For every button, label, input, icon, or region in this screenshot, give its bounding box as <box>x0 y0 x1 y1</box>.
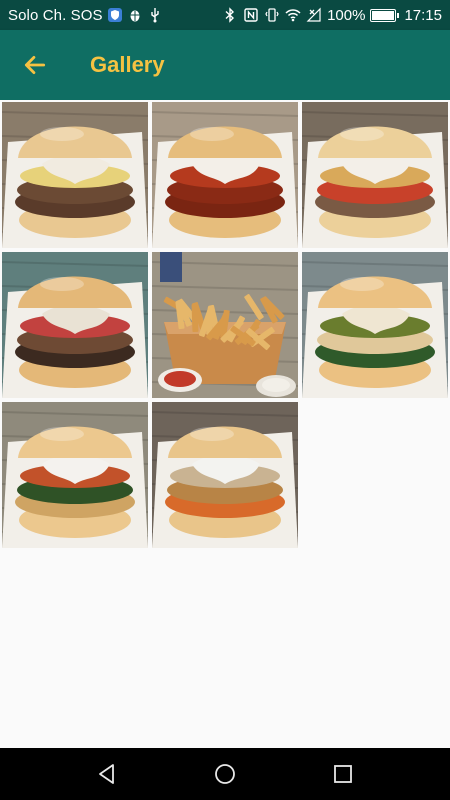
burger-photo <box>302 252 448 398</box>
gallery-tile[interactable] <box>2 402 148 548</box>
burger-photo <box>2 402 148 548</box>
nav-back-button[interactable] <box>87 754 127 794</box>
usb-icon <box>147 7 163 23</box>
shield-icon <box>107 7 123 23</box>
android-debug-icon <box>127 7 143 23</box>
app-root: Solo Ch. SOS 100% 17:15 Gallery <box>0 0 450 800</box>
gallery-tile[interactable] <box>152 102 298 248</box>
system-nav-bar <box>0 748 450 800</box>
gallery-tile[interactable] <box>302 102 448 248</box>
fries-photo <box>152 252 298 398</box>
clock: 17:15 <box>404 6 442 24</box>
carrier-label: Solo Ch. SOS <box>8 6 103 24</box>
burger-photo <box>2 252 148 398</box>
burger-photo <box>2 102 148 248</box>
battery-percent: 100% <box>327 6 366 24</box>
back-button[interactable] <box>0 30 70 100</box>
wifi-icon <box>285 7 301 23</box>
vibrate-icon <box>264 7 280 23</box>
app-bar: Gallery <box>0 30 450 100</box>
burger-photo <box>152 102 298 248</box>
burger-photo <box>302 102 448 248</box>
gallery-tile[interactable] <box>302 252 448 398</box>
gallery-tile[interactable] <box>152 402 298 548</box>
arrow-left-icon <box>24 56 46 74</box>
bluetooth-icon <box>222 7 238 23</box>
no-signal-icon <box>306 7 322 23</box>
nfc-icon <box>243 7 259 23</box>
status-right: 100% 17:15 <box>222 7 442 24</box>
page-title: Gallery <box>90 52 165 77</box>
nav-recents-button[interactable] <box>323 754 363 794</box>
gallery-tile[interactable] <box>2 102 148 248</box>
status-bar: Solo Ch. SOS 100% 17:15 <box>0 0 450 30</box>
circle-home-icon <box>215 764 235 784</box>
square-recents-icon <box>334 765 352 783</box>
gallery-tile[interactable] <box>152 252 298 398</box>
nav-home-button[interactable] <box>205 754 245 794</box>
gallery-tile[interactable] <box>2 252 148 398</box>
status-left: Solo Ch. SOS <box>8 7 222 24</box>
triangle-back-icon <box>99 764 114 784</box>
battery-fill <box>372 10 395 20</box>
gallery-grid <box>0 100 450 748</box>
burger-photo <box>152 402 298 548</box>
battery-icon <box>370 8 400 22</box>
